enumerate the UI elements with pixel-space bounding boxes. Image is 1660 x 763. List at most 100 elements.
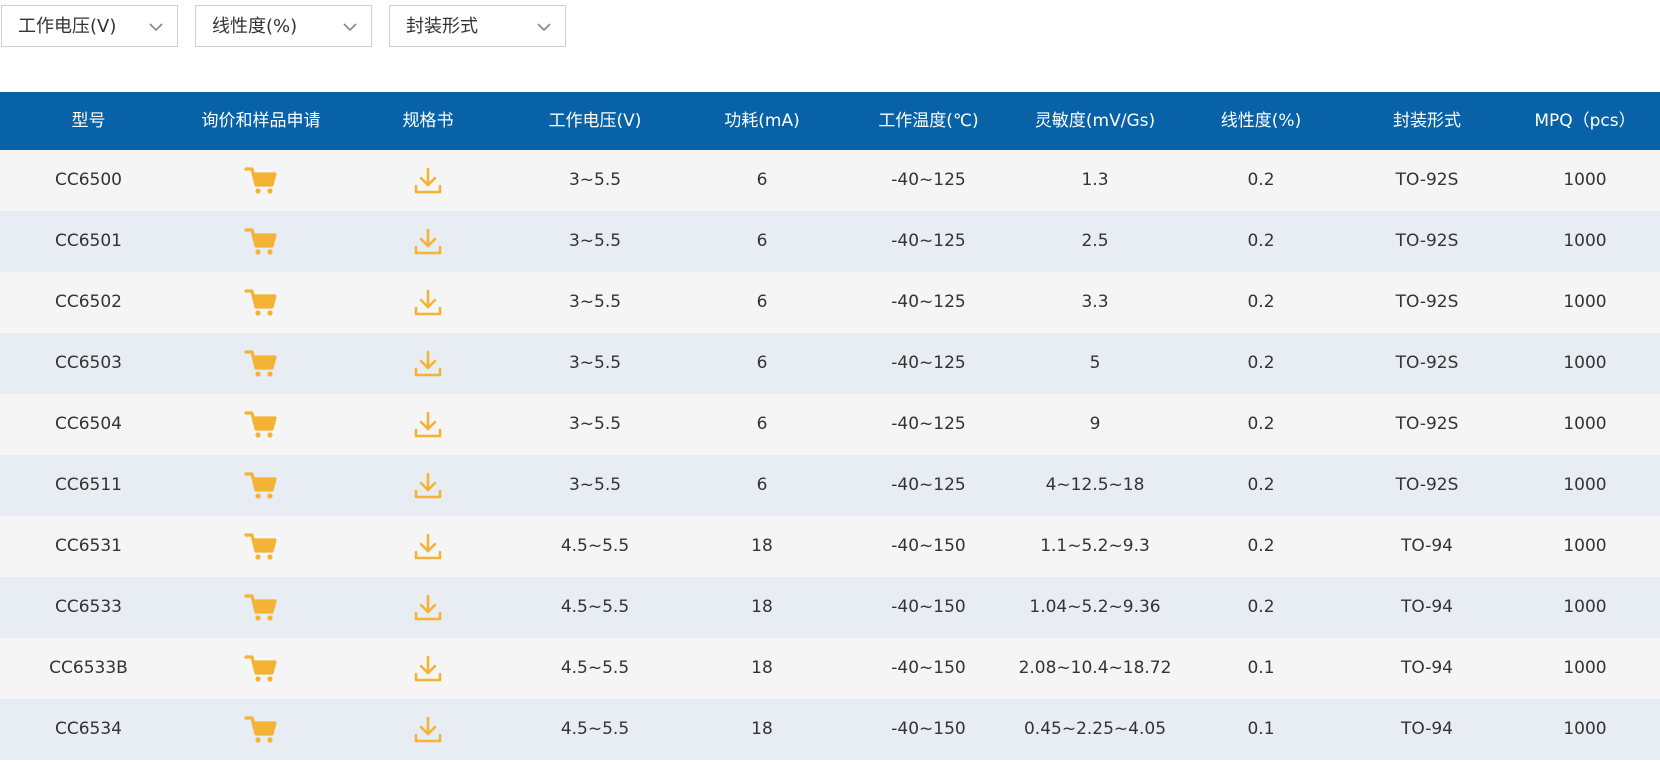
- cell-temperature: -40~150: [891, 536, 966, 556]
- shopping-cart-icon: [244, 410, 278, 440]
- cell-model: CC6500: [54, 170, 122, 190]
- download-icon: [412, 532, 444, 562]
- cell-temperature: -40~125: [891, 292, 966, 312]
- cell-package: TO-92S: [1395, 414, 1459, 434]
- table-row: CC6533B 4.5~5.5 18 -40~150 2.08~10.4~18.72 0.…: [0, 638, 1660, 699]
- cell-power: 6: [756, 231, 768, 251]
- cell-voltage: 3~5.5: [568, 353, 622, 373]
- cell-power: 18: [751, 536, 773, 556]
- datasheet-download-button[interactable]: [345, 699, 511, 760]
- cell-linearity: 0.1: [1247, 658, 1275, 678]
- download-icon: [412, 288, 444, 318]
- cell-linearity: 0.2: [1247, 597, 1275, 617]
- cell-temperature: -40~125: [891, 475, 966, 495]
- cell-voltage: 3~5.5: [568, 475, 622, 495]
- filter-bar: 工作电压(V) 线性度(%) 封装形式: [0, 5, 1660, 47]
- inquiry-cart-button[interactable]: [177, 333, 345, 394]
- cell-mpq: 1000: [1563, 536, 1607, 556]
- inquiry-cart-button[interactable]: [177, 699, 345, 760]
- cell-voltage: 4.5~5.5: [560, 536, 630, 556]
- cell-linearity: 0.2: [1247, 170, 1275, 190]
- download-icon: [412, 349, 444, 379]
- filter-voltage-select[interactable]: 工作电压(V): [1, 5, 178, 47]
- column-header-linearity: 线性度(%): [1220, 111, 1302, 131]
- chevron-down-icon: [147, 18, 165, 36]
- table-body: CC6500 3~5.5 6 -40~125 1.3 0.2 TO-92S 1000 CC650…: [0, 150, 1660, 760]
- cell-sensitivity: 2.08~10.4~18.72: [1018, 658, 1172, 678]
- cell-package: TO-92S: [1395, 475, 1459, 495]
- chevron-down-icon: [535, 18, 553, 36]
- cell-sensitivity: 3.3: [1081, 292, 1109, 312]
- filter-voltage-label: 工作电压(V): [18, 16, 117, 37]
- datasheet-download-button[interactable]: [345, 638, 511, 699]
- inquiry-cart-button[interactable]: [177, 455, 345, 516]
- column-header-power: 功耗(mA): [724, 111, 800, 131]
- cell-temperature: -40~150: [891, 597, 966, 617]
- cell-package: TO-92S: [1395, 170, 1459, 190]
- datasheet-download-button[interactable]: [345, 272, 511, 333]
- inquiry-cart-button[interactable]: [177, 577, 345, 638]
- cell-package: TO-92S: [1395, 292, 1459, 312]
- inquiry-cart-button[interactable]: [177, 272, 345, 333]
- filter-package-select[interactable]: 封装形式: [389, 5, 566, 47]
- table-header: 型号 询价和样品申请 规格书 工作电压(V) 功耗(mA) 工作温度(℃) 灵敏…: [0, 92, 1660, 150]
- cell-mpq: 1000: [1563, 475, 1607, 495]
- datasheet-download-button[interactable]: [345, 150, 511, 211]
- cell-linearity: 0.2: [1247, 353, 1275, 373]
- cell-power: 6: [756, 353, 768, 373]
- shopping-cart-icon: [244, 532, 278, 562]
- datasheet-download-button[interactable]: [345, 394, 511, 455]
- cell-package: TO-94: [1400, 536, 1453, 556]
- cell-mpq: 1000: [1563, 353, 1607, 373]
- cell-sensitivity: 1.1~5.2~9.3: [1040, 536, 1150, 556]
- cell-model: CC6501: [54, 231, 122, 251]
- inquiry-cart-button[interactable]: [177, 150, 345, 211]
- cell-model: CC6531: [54, 536, 122, 556]
- table-row: CC6533 4.5~5.5 18 -40~150 1.04~5.2~9.36 0.2 TO…: [0, 577, 1660, 638]
- cell-voltage: 4.5~5.5: [560, 719, 630, 739]
- cell-mpq: 1000: [1563, 719, 1607, 739]
- cell-temperature: -40~125: [891, 170, 966, 190]
- download-icon: [412, 471, 444, 501]
- datasheet-download-button[interactable]: [345, 211, 511, 272]
- inquiry-cart-button[interactable]: [177, 394, 345, 455]
- cell-sensitivity: 1.04~5.2~9.36: [1029, 597, 1161, 617]
- table-row: CC6503 3~5.5 6 -40~125 5 0.2 TO-92S 1000: [0, 333, 1660, 394]
- cell-power: 18: [751, 719, 773, 739]
- cell-sensitivity: 5: [1089, 353, 1101, 373]
- cell-temperature: -40~150: [891, 719, 966, 739]
- cell-sensitivity: 4~12.5~18: [1045, 475, 1145, 495]
- cell-model: CC6502: [54, 292, 122, 312]
- inquiry-cart-button[interactable]: [177, 211, 345, 272]
- download-icon: [412, 166, 444, 196]
- datasheet-download-button[interactable]: [345, 333, 511, 394]
- inquiry-cart-button[interactable]: [177, 638, 345, 699]
- filter-linearity-select[interactable]: 线性度(%): [195, 5, 372, 47]
- download-icon: [412, 593, 444, 623]
- cell-linearity: 0.2: [1247, 414, 1275, 434]
- cell-package: TO-94: [1400, 597, 1453, 617]
- datasheet-download-button[interactable]: [345, 516, 511, 577]
- datasheet-download-button[interactable]: [345, 577, 511, 638]
- cell-power: 18: [751, 658, 773, 678]
- cell-linearity: 0.1: [1247, 719, 1275, 739]
- cell-linearity: 0.2: [1247, 475, 1275, 495]
- datasheet-download-button[interactable]: [345, 455, 511, 516]
- column-header-package: 封装形式: [1393, 111, 1461, 131]
- cell-power: 6: [756, 292, 768, 312]
- cell-temperature: -40~150: [891, 658, 966, 678]
- download-icon: [412, 654, 444, 684]
- cell-model: CC6511: [54, 475, 122, 495]
- cell-voltage: 4.5~5.5: [560, 658, 630, 678]
- chevron-down-icon: [341, 18, 359, 36]
- cell-voltage: 4.5~5.5: [560, 597, 630, 617]
- table-row: CC6511 3~5.5 6 -40~125 4~12.5~18 0.2 TO-92S 100…: [0, 455, 1660, 516]
- inquiry-cart-button[interactable]: [177, 516, 345, 577]
- column-header-voltage: 工作电压(V): [548, 111, 642, 131]
- table-row: CC6501 3~5.5 6 -40~125 2.5 0.2 TO-92S 1000: [0, 211, 1660, 272]
- column-header-temperature: 工作温度(℃): [878, 111, 979, 131]
- cell-linearity: 0.2: [1247, 292, 1275, 312]
- shopping-cart-icon: [244, 715, 278, 745]
- download-icon: [412, 715, 444, 745]
- cell-model: CC6503: [54, 353, 122, 373]
